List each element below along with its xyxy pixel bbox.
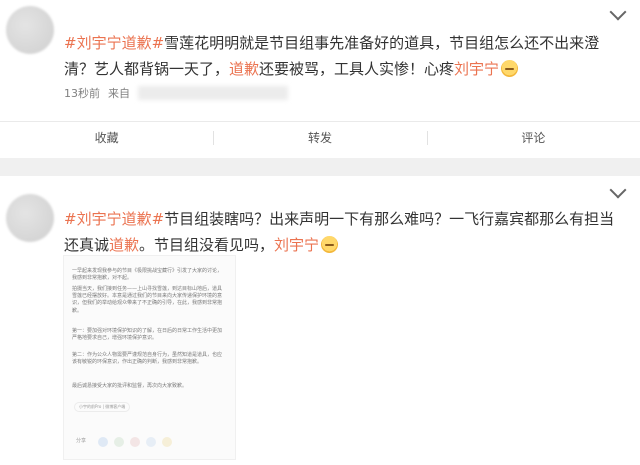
weibo-icon	[130, 437, 140, 447]
share-label: 分享	[76, 438, 87, 444]
repost-icon	[98, 437, 108, 447]
post-text: #刘宇宁道歉#节目组装瞎吗？出来声明一下有那么难吗？一飞行嘉宾都那么有担当还真诚…	[64, 206, 628, 258]
image-source-label: 小宇的前Pro | 微博客户端	[74, 402, 131, 412]
keyword-link[interactable]: 道歉	[109, 236, 139, 254]
crying-emoji-icon	[321, 236, 339, 253]
favorite-button[interactable]: 收藏	[0, 122, 213, 154]
post-image[interactable]: 一早起来发现我参与的节目《极限挑战宝藏行》引发了大家的讨论，我感到非常抱歉，对不…	[63, 255, 236, 460]
keyword-link[interactable]: 道歉	[229, 60, 259, 78]
hashtag-link[interactable]: #刘宇宁道歉#	[64, 34, 164, 52]
avatar[interactable]	[6, 6, 54, 54]
qzone-icon	[162, 437, 172, 447]
post-card-1: #刘宇宁道歉#雪莲花明明就是节目组事先准备好的道具，节目组怎么还不出来澄清？艺人…	[0, 0, 640, 158]
blurred-source	[138, 86, 288, 100]
image-paragraph: 第一：要加强对环境保护知识的了解，在日后的日常工作生活中更加严格地要求自己，增强…	[72, 328, 223, 342]
wechat-icon	[114, 437, 124, 447]
chevron-down-icon[interactable]	[609, 3, 627, 21]
source-label: 来自	[108, 87, 130, 100]
hashtag-link[interactable]: #刘宇宁道歉#	[64, 210, 164, 228]
chevron-down-icon[interactable]	[609, 181, 627, 199]
image-paragraph: 第二：作为公众人物需要严谨规范自身行为，虽然知道是道具，也应该有敏锐的环保意识，…	[72, 352, 223, 366]
sad-emoji-icon	[501, 60, 519, 77]
image-paragraph: 最后诚恳接受大家的批评和监督，再次向大家致歉。	[72, 383, 188, 389]
post-time[interactable]: 13秒前	[64, 85, 100, 101]
mention-link[interactable]: 刘宇宁	[454, 60, 499, 78]
post-text-segment: 。节目组没看见吗，	[139, 236, 275, 254]
post-meta: 13秒前 来自	[64, 85, 288, 101]
action-bar: 收藏 转发 评论	[0, 122, 640, 154]
post-text: #刘宇宁道歉#雪莲花明明就是节目组事先准备好的道具，节目组怎么还不出来澄清？艺人…	[64, 30, 628, 82]
repost-button[interactable]: 转发	[213, 122, 426, 154]
mention-link[interactable]: 刘宇宁	[274, 236, 319, 254]
image-paragraph: 一早起来发现我参与的节目《极限挑战宝藏行》引发了大家的讨论，我感到非常抱歉，对不…	[72, 268, 223, 282]
qq-icon	[146, 437, 156, 447]
post-text-segment: 还要被骂，工具人实惨！心疼	[259, 60, 455, 78]
image-paragraph: 拍摄当天，我们接到任务——上山寻找雪莲，到达目标山地后，道具雪莲已经摆放好。本意…	[72, 286, 223, 314]
avatar[interactable]	[6, 194, 54, 242]
comment-button[interactable]: 评论	[426, 122, 640, 154]
